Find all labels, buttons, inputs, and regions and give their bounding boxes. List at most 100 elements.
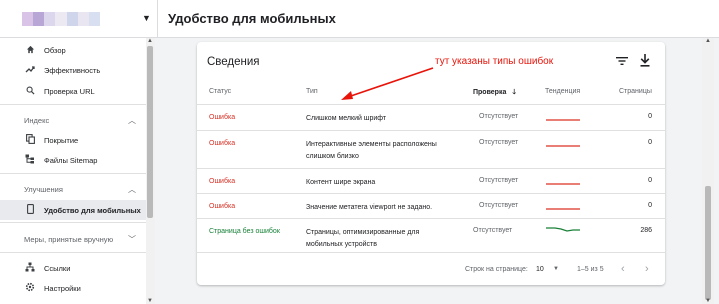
table-header: Статус Тип Проверка 🡓 Тенденция Страницы — [197, 84, 665, 100]
trend-sparkline — [546, 183, 580, 185]
main-content: Сведения тут указаны типы ошибок Статус … — [155, 38, 719, 304]
annotation-note: тут указаны типы ошибок — [435, 56, 554, 67]
links-icon — [24, 262, 36, 274]
pagination-range: 1–5 из 5 — [577, 266, 604, 273]
sidebar-item-label: Проверка URL — [44, 86, 95, 96]
row-pages: 0 — [648, 202, 652, 209]
phone-icon — [24, 204, 36, 216]
row-type: Значение метатега viewport не задано. — [306, 204, 433, 211]
download-icon[interactable] — [639, 53, 651, 68]
column-check-label: Проверка — [473, 89, 507, 96]
sidebar-item-sitemaps[interactable]: Файлы Sitemap — [0, 150, 146, 170]
caret-down-icon[interactable]: ▼ — [553, 266, 559, 272]
row-check: Отсутствует — [479, 113, 519, 120]
chevron-up-icon: ︿ — [128, 184, 136, 194]
column-status[interactable]: Статус — [209, 88, 231, 95]
sidebar-item-label: Эффективность — [44, 65, 101, 75]
redaction-block — [55, 12, 67, 26]
scroll-down-icon[interactable]: ▼ — [147, 298, 153, 304]
section-title: Улучшения — [24, 184, 63, 194]
row-check: Отсутствует — [473, 227, 513, 234]
trend-sparkline — [546, 208, 580, 210]
table-row[interactable]: Ошибка Слишком мелкий шрифт Отсутствует … — [197, 104, 665, 130]
redaction-block — [66, 12, 78, 26]
row-status: Ошибка — [209, 178, 236, 185]
divider — [0, 173, 146, 174]
redaction-block — [77, 12, 89, 26]
section-title: Индекс — [24, 115, 50, 125]
property-name-redacted — [22, 12, 100, 26]
row-check: Отсутствует — [479, 177, 519, 184]
column-check[interactable]: Проверка 🡓 — [473, 88, 516, 99]
chevron-down-icon: ﹀ — [128, 234, 136, 244]
sidebar-scroll-thumb[interactable] — [147, 46, 153, 218]
details-card: Сведения тут указаны типы ошибок Статус … — [197, 42, 665, 285]
sidebar-item-label: Покрытие — [44, 135, 79, 145]
redaction-block — [44, 12, 56, 26]
row-status: Ошибка — [209, 114, 236, 121]
row-type: Интерактивные элементы расположены слишк… — [306, 141, 437, 160]
coverage-icon — [24, 134, 36, 146]
sidebar-item-label: Ссылки — [44, 263, 71, 273]
row-check: Отсутствует — [479, 202, 519, 209]
sitemap-icon — [24, 154, 36, 166]
trend-sparkline — [546, 145, 580, 147]
scroll-up-icon[interactable]: ▲ — [147, 38, 153, 44]
column-pages[interactable]: Страницы — [619, 88, 652, 95]
filter-icon[interactable] — [615, 54, 629, 68]
scroll-down-icon[interactable]: ▼ — [705, 298, 711, 304]
caret-down-icon: ▼ — [142, 13, 151, 23]
column-trend[interactable]: Тенденция — [545, 88, 580, 95]
sidebar-item-label: Удобство для мобильных — [44, 205, 141, 215]
table-row[interactable]: Ошибка Интерактивные элементы расположен… — [197, 130, 665, 168]
row-type: Слишком мелкий шрифт — [306, 115, 387, 122]
chevron-left-icon[interactable]: ‹ — [621, 263, 625, 275]
row-status: Страница без ошибок — [209, 228, 280, 235]
table-row[interactable]: Страница без ошибок Страницы, оптимизиро… — [197, 218, 665, 252]
sidebar-section-index[interactable]: Индекс ︿ — [0, 110, 146, 130]
sidebar-item-mobile-usability[interactable]: Удобство для мобильных — [0, 200, 146, 220]
redaction-block — [88, 12, 100, 26]
sidebar-item-settings[interactable]: Настройки — [0, 278, 146, 298]
top-app-bar: ▼ Удобство для мобильных — [0, 0, 719, 38]
table-row[interactable]: Ошибка Контент шире экрана Отсутствует 0 — [197, 168, 665, 193]
main-scroll-thumb[interactable] — [705, 186, 711, 300]
sidebar-item-url-inspection[interactable]: Проверка URL — [0, 81, 146, 101]
chevron-up-icon: ︿ — [128, 115, 136, 125]
sidebar-section-manual-actions[interactable]: Меры, принятые вручную ﹀ — [0, 229, 146, 249]
rows-per-page-select[interactable]: 10 — [536, 266, 544, 273]
divider — [0, 104, 146, 105]
main-scrollbar[interactable]: ▲ ▼ — [702, 38, 714, 304]
chevron-right-icon[interactable]: › — [645, 263, 649, 275]
row-status: Ошибка — [209, 203, 236, 210]
settings-icon — [24, 282, 36, 294]
trending-up-icon — [24, 65, 36, 75]
property-selector[interactable]: ▼ — [0, 0, 158, 38]
sidebar-item-coverage[interactable]: Покрытие — [0, 130, 146, 150]
search-icon — [24, 86, 36, 97]
column-type[interactable]: Тип — [306, 88, 318, 95]
row-type: Страницы, оптимизированные для мобильных… — [306, 229, 420, 248]
sidebar-nav: Обзор Эффективность Проверка URL Индекс … — [0, 38, 155, 304]
section-title: Меры, принятые вручную — [24, 234, 114, 244]
divider — [0, 252, 146, 253]
sidebar-item-label: Настройки — [44, 283, 81, 293]
table-row[interactable]: Ошибка Значение метатега viewport не зад… — [197, 193, 665, 218]
sidebar-item-overview[interactable]: Обзор — [0, 40, 146, 60]
sidebar-item-performance[interactable]: Эффективность — [0, 60, 146, 80]
row-type: Контент шире экрана — [306, 179, 376, 186]
sidebar-item-links[interactable]: Ссылки — [0, 258, 146, 278]
table-pagination: Строк на странице: 10 ▼ 1–5 из 5 ‹ › — [197, 252, 665, 282]
sidebar-item-label: Файлы Sitemap — [44, 155, 98, 165]
sidebar-section-enhancements[interactable]: Улучшения ︿ — [0, 179, 146, 199]
sidebar-scrollbar[interactable]: ▲ ▼ — [146, 38, 155, 304]
redaction-block — [33, 12, 45, 26]
home-icon — [24, 45, 36, 56]
scroll-up-icon[interactable]: ▲ — [705, 38, 711, 44]
trend-sparkline — [546, 119, 580, 121]
row-pages: 286 — [640, 227, 652, 234]
rows-per-page-label: Строк на странице: — [465, 266, 528, 273]
row-pages: 0 — [648, 113, 652, 120]
row-pages: 0 — [648, 177, 652, 184]
row-check: Отсутствует — [479, 139, 519, 146]
